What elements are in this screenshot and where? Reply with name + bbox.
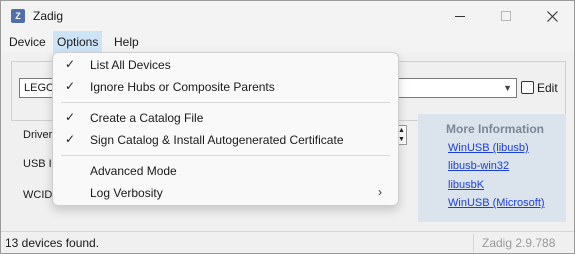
checkmark-icon: ✓ [65,57,76,71]
status-version: Zadig 2.9.788 [482,236,556,250]
more-info-title: More Information [446,122,544,136]
edit-checkbox[interactable] [521,81,534,94]
more-info-panel: More Information WinUSB (libusb) libusb-… [418,114,566,222]
menu-separator [61,102,390,103]
menu-item-label: List All Devices [90,58,171,72]
status-bar: 13 devices found. Zadig 2.9.788 [1,231,574,253]
menu-item-list-all-devices[interactable]: ✓ List All Devices [57,54,394,76]
app-icon: Z [11,9,25,23]
menu-item-ignore-hubs[interactable]: ✓ Ignore Hubs or Composite Parents [57,76,394,98]
menu-device[interactable]: Device [5,31,50,53]
device-select-value: LEGO [24,82,55,94]
menu-item-label: Ignore Hubs or Composite Parents [90,80,275,94]
menu-item-label: Log Verbosity [90,186,163,200]
status-device-count: 13 devices found. [5,236,100,250]
menu-item-sign-catalog[interactable]: ✓ Sign Catalog & Install Autogenerated C… [57,129,394,151]
close-button[interactable] [529,1,575,31]
menu-item-advanced-mode[interactable]: Advanced Mode [57,160,394,182]
close-icon [546,10,558,22]
wcid-label: WCID [23,189,53,201]
minimize-button[interactable] [437,1,483,31]
menu-separator [61,155,390,156]
edit-label: Edit [537,81,558,95]
menu-item-log-verbosity[interactable]: Log Verbosity › [57,182,394,204]
menu-item-label: Create a Catalog File [90,111,204,125]
chevron-down-icon: ▼ [503,83,512,93]
maximize-button [483,1,529,31]
menu-item-label: Sign Catalog & Install Autogenerated Cer… [90,133,344,147]
menu-item-label: Advanced Mode [90,164,177,178]
checkmark-icon: ✓ [65,110,76,124]
menu-bar: Device Options Help [1,31,574,53]
link-winusb-libusb[interactable]: WinUSB (libusb) [448,142,529,154]
link-libusb-win32[interactable]: libusb-win32 [448,160,509,172]
window-title: Zadig [33,9,64,23]
zadig-window: Z Zadig Device Options Help LEGO ▼ Edit … [0,0,575,254]
chevron-right-icon: › [378,185,382,199]
title-bar: Z Zadig [1,1,574,31]
minimize-icon [455,15,465,17]
menu-options[interactable]: Options [53,31,103,53]
status-divider [473,234,474,252]
link-winusb-microsoft[interactable]: WinUSB (Microsoft) [448,197,545,209]
link-libusbk[interactable]: libusbK [448,179,484,191]
checkmark-icon: ✓ [65,132,76,146]
driver-label: Driver [23,129,53,141]
options-menu: ✓ List All Devices ✓ Ignore Hubs or Comp… [52,52,399,206]
checkmark-icon: ✓ [65,79,76,93]
menu-help[interactable]: Help [110,31,143,53]
menu-item-create-catalog[interactable]: ✓ Create a Catalog File [57,107,394,129]
maximize-icon [501,11,511,21]
